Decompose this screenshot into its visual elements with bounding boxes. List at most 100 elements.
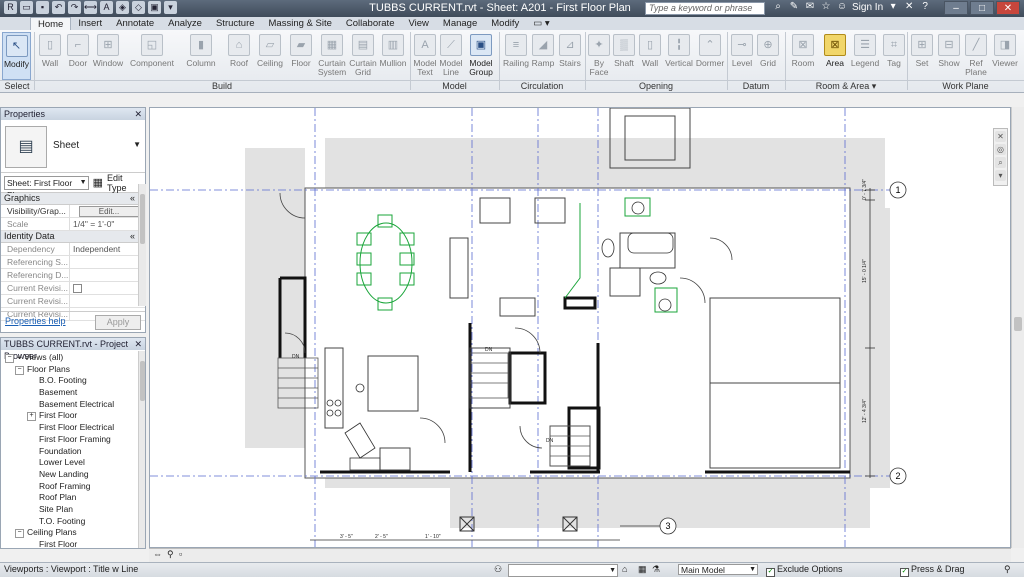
ref-plane-button[interactable]: ╱ Ref Plane: [963, 32, 989, 80]
stairs-button[interactable]: ⊿ Stairs: [556, 32, 584, 80]
type-selector[interactable]: ▤ Sheet ▼: [1, 120, 145, 173]
column-button[interactable]: ▮ Column: [184, 32, 218, 80]
tab-annotate[interactable]: Annotate: [109, 17, 161, 30]
tree-item[interactable]: Roof Plan: [1, 492, 145, 504]
tab-collaborate[interactable]: Collaborate: [339, 17, 402, 30]
navbar-close-icon[interactable]: ✕: [995, 131, 1006, 142]
tab-massing-site[interactable]: Massing & Site: [262, 17, 339, 30]
exclude-options-toggle[interactable]: ✓ Exclude Options: [766, 563, 843, 577]
collapse-icon[interactable]: «: [130, 193, 135, 204]
tree-item[interactable]: Lower Level: [1, 457, 145, 469]
viewer-button[interactable]: ◨ Viewer: [990, 32, 1020, 80]
select-panel-label[interactable]: Select: [0, 80, 34, 92]
binoculars-icon[interactable]: ⌕: [772, 1, 784, 13]
signin-dropdown-icon[interactable]: ▾: [887, 1, 899, 13]
tab-home[interactable]: Home: [30, 17, 72, 30]
tab-manage[interactable]: Manage: [436, 17, 484, 30]
dormer-button[interactable]: ⌃ Dormer: [695, 32, 725, 80]
minimize-button[interactable]: –: [944, 1, 968, 15]
floor-button[interactable]: ▰ Floor: [287, 32, 315, 80]
area-button[interactable]: ⊠ Area: [820, 32, 850, 80]
user-icon[interactable]: ☺: [836, 1, 848, 13]
crop-icon[interactable]: ▫: [179, 549, 182, 559]
steering-wheel-icon[interactable]: ◎: [995, 144, 1006, 155]
tab-view[interactable]: View: [401, 17, 435, 30]
identity-data-group[interactable]: Identity Data «: [1, 231, 145, 243]
zoom-icon[interactable]: ⌕: [995, 157, 1006, 168]
communication-icon[interactable]: ✉: [804, 1, 816, 13]
tree-item[interactable]: New Landing: [1, 469, 145, 481]
tree-item[interactable]: + First Floor: [1, 410, 145, 422]
room-area-panel-label[interactable]: Room & Area ▾: [785, 80, 907, 92]
pin-icon[interactable]: ⚲: [167, 549, 174, 560]
scroll-thumb[interactable]: [1014, 317, 1022, 331]
wall-button[interactable]: ▯ Wall: [37, 32, 63, 80]
redo-icon[interactable]: ↷: [68, 1, 81, 14]
canvas-scrollbar[interactable]: [1011, 107, 1024, 548]
tree-item[interactable]: B.O. Footing: [1, 375, 145, 387]
mullion-button[interactable]: ▥ Mullion: [378, 32, 408, 80]
tree-item[interactable]: T.O. Footing: [1, 516, 145, 528]
help-search-input[interactable]: Type a keyword or phrase: [645, 2, 765, 15]
set-button[interactable]: ⊞ Set: [909, 32, 935, 80]
show-button[interactable]: ⊟ Show: [935, 32, 963, 80]
level-button[interactable]: ⊸ Level: [729, 32, 755, 80]
3d-view-icon[interactable]: ◈: [116, 1, 129, 14]
legend-button[interactable]: ☰ Legend: [850, 32, 880, 80]
tree-item[interactable]: Foundation: [1, 446, 145, 458]
collapse-icon[interactable]: −: [15, 529, 24, 539]
editable-only-icon[interactable]: ⌂: [622, 563, 627, 576]
close-button[interactable]: ✕: [996, 1, 1020, 15]
close-icon[interactable]: ✕: [134, 108, 142, 120]
text-icon[interactable]: A: [100, 1, 113, 14]
railing-button[interactable]: ≡ Railing: [502, 32, 530, 80]
tree-floor-plans[interactable]: − Floor Plans: [1, 364, 145, 376]
tree-item[interactable]: Basement Electrical: [1, 399, 145, 411]
undo-icon[interactable]: ↶: [52, 1, 65, 14]
drawing-canvas[interactable]: 1 2 3 0' - 7 3/4" 15' - 0 1/4" 12' - 4 3…: [149, 107, 1011, 548]
tab-insert[interactable]: Insert: [71, 17, 109, 30]
grid-button[interactable]: ⊕ Grid: [755, 32, 781, 80]
wall-opening-button[interactable]: ▯ Wall: [638, 32, 662, 80]
open-icon[interactable]: ▭: [20, 1, 33, 14]
workset-dropdown[interactable]: ▼: [508, 564, 618, 577]
press-drag-toggle[interactable]: ✓ Press & Drag: [900, 563, 965, 577]
view-controls-icon[interactable]: ⇔: [153, 549, 162, 559]
property-value[interactable]: [69, 269, 145, 281]
tab-modify[interactable]: Modify: [484, 17, 526, 30]
design-options-icon[interactable]: ▦: [638, 563, 647, 576]
browser-scrollbar[interactable]: [138, 351, 145, 548]
room-button[interactable]: ⊠ Room: [788, 32, 818, 80]
tree-item[interactable]: First Floor: [1, 539, 145, 548]
help-icon[interactable]: ?: [919, 1, 931, 13]
tree-item[interactable]: First Floor Electrical: [1, 422, 145, 434]
apply-button[interactable]: Apply: [95, 315, 141, 330]
ramp-button[interactable]: ◢ Ramp: [530, 32, 556, 80]
properties-help-link[interactable]: Properties help: [5, 316, 66, 326]
door-button[interactable]: ⌐ Door: [64, 32, 92, 80]
tree-ceiling-plans[interactable]: − Ceiling Plans: [1, 527, 145, 539]
tab-analyze[interactable]: Analyze: [161, 17, 209, 30]
property-value[interactable]: [69, 295, 145, 307]
vertical-button[interactable]: ╏ Vertical: [663, 32, 695, 80]
by-face-button[interactable]: ✦ By Face: [587, 32, 611, 80]
window-button[interactable]: ⊞ Window: [92, 32, 124, 80]
save-icon[interactable]: ▪: [36, 1, 49, 14]
curtain-grid-button[interactable]: ▤ Curtain Grid: [348, 32, 378, 80]
maximize-button[interactable]: □: [970, 1, 994, 15]
qat-dropdown-icon[interactable]: ▾: [164, 1, 177, 14]
ceiling-button[interactable]: ▱ Ceiling: [254, 32, 286, 80]
measure-icon[interactable]: ⟷: [84, 1, 97, 14]
graphics-group[interactable]: Graphics «: [1, 193, 145, 205]
sign-in-link[interactable]: Sign In: [852, 2, 883, 13]
app-menu-icon[interactable]: R: [4, 1, 17, 14]
tree-item[interactable]: Roof Framing: [1, 481, 145, 493]
visibility-edit-button[interactable]: Edit...: [79, 206, 139, 217]
worksets-icon[interactable]: ⚇: [494, 563, 502, 576]
exchange-icon[interactable]: ✕: [903, 1, 915, 13]
close-hidden-icon[interactable]: ▣: [148, 1, 161, 14]
design-option-dropdown[interactable]: Main Model ▼: [678, 564, 758, 575]
properties-scrollbar[interactable]: [138, 184, 146, 306]
edit-type-button[interactable]: Edit Type: [107, 173, 142, 193]
ribbon-minimize-icon[interactable]: ▭ ▾: [526, 17, 556, 30]
